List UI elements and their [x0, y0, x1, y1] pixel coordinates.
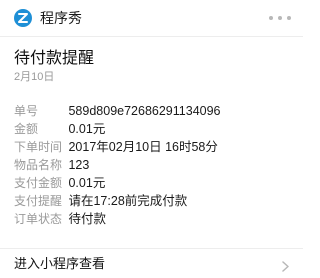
detail-value: 123 [68, 158, 90, 172]
detail-label: 金额 [14, 122, 39, 136]
detail-row-order-number: 单号 589d809e72686291134096 [14, 102, 294, 120]
detail-label: 支付金额 [14, 176, 63, 190]
detail-label: 支付提醒 [14, 194, 63, 208]
app-logo-icon [14, 9, 32, 27]
detail-row-item-name: 物品名称 123 [14, 156, 294, 174]
chevron-right-icon [282, 259, 289, 277]
detail-value: 0.01元 [68, 176, 106, 190]
detail-value: 请在17:28前完成付款 [68, 194, 188, 208]
more-dot [287, 16, 291, 20]
more-dots-icon[interactable] [269, 10, 291, 26]
detail-value: 待付款 [68, 212, 106, 226]
detail-row-order-status: 订单状态 待付款 [14, 210, 294, 228]
message-date: 2月10日 [14, 71, 55, 83]
detail-row-paid-amount: 支付金额 0.01元 [14, 174, 294, 192]
detail-value: 2017年02月10日 16时58分 [68, 140, 218, 154]
detail-row-order-time: 下单时间 2017年02月10日 16时58分 [14, 138, 294, 156]
open-mini-program-label: 进入小程序查看 [14, 256, 106, 271]
card-header: 程序秀 [0, 0, 303, 37]
open-mini-program-link[interactable]: 进入小程序查看 [0, 248, 303, 278]
detail-label: 订单状态 [14, 212, 63, 226]
detail-row-amount: 金额 0.01元 [14, 120, 294, 138]
detail-label: 物品名称 [14, 158, 63, 172]
detail-label: 下单时间 [14, 140, 63, 154]
more-dot [269, 16, 273, 20]
detail-row-payment-reminder: 支付提醒 请在17:28前完成付款 [14, 192, 294, 210]
message-title: 待付款提醒 [14, 50, 95, 67]
more-dot [278, 16, 282, 20]
app-name: 程序秀 [40, 10, 82, 26]
template-message-card: 程序秀 待付款提醒 2月10日 单号 589d809e7268629113409… [0, 0, 303, 278]
detail-label: 单号 [14, 104, 39, 118]
detail-value: 589d809e72686291134096 [68, 104, 221, 118]
detail-value: 0.01元 [68, 122, 106, 136]
detail-list: 单号 589d809e72686291134096 金额 0.01元 下单时间 … [14, 102, 294, 228]
